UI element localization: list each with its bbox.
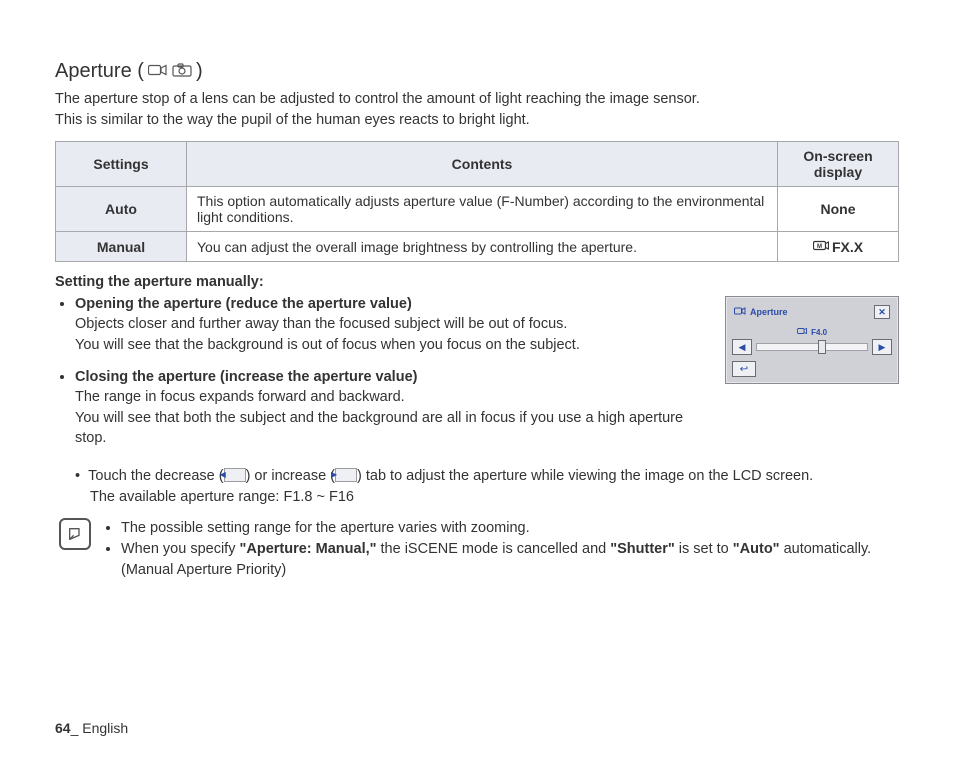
osd-panel: Aperture ✕ F4.0 ◀ ▶ ↩	[725, 296, 899, 384]
decrease-button[interactable]: ◀	[732, 339, 752, 355]
increase-button[interactable]: ▶	[872, 339, 892, 355]
slider-track[interactable]	[756, 343, 868, 351]
section-title: Aperture ( )	[55, 60, 899, 83]
intro-line-1: The aperture stop of a lens can be adjus…	[55, 91, 700, 107]
row-contents: You can adjust the overall image brightn…	[187, 232, 778, 262]
list-item: Opening the aperture (reduce the apertur…	[75, 294, 707, 355]
bullet-title: Opening the aperture (reduce the apertur…	[75, 296, 412, 312]
osd-title-text: Aperture	[750, 307, 788, 317]
row-setting: Manual	[56, 232, 187, 262]
th-contents: Contents	[187, 142, 778, 187]
close-icon[interactable]: ✕	[874, 305, 890, 319]
list-item: When you specify "Aperture: Manual," the…	[121, 539, 899, 581]
svg-text:M: M	[817, 244, 822, 250]
list-item: Closing the aperture (increase the apert…	[75, 367, 707, 448]
manual-mode-icon	[797, 328, 809, 337]
increase-tab-icon: ▶	[335, 468, 357, 482]
row-display: M FX.X	[778, 232, 899, 262]
bullet-list: Opening the aperture (reduce the apertur…	[55, 294, 707, 460]
note-text: The possible setting range for the apert…	[121, 520, 530, 536]
table-row: Auto This option automatically adjusts a…	[56, 187, 899, 232]
manual-mode-icon: M	[813, 238, 829, 255]
bullet-body: Objects closer and further away than the…	[75, 316, 580, 352]
th-display: On-screen display	[778, 142, 899, 187]
row-display: None	[778, 187, 899, 232]
row-contents: This option automatically adjusts apertu…	[187, 187, 778, 232]
intro-text: The aperture stop of a lens can be adjus…	[55, 89, 899, 131]
camcorder-icon	[148, 60, 168, 83]
note-bold: "Shutter"	[610, 541, 675, 557]
touch-instruction: • Touch the decrease (◀) or increase (▶)…	[75, 466, 899, 508]
touch-range: The available aperture range: F1.8 ~ F16	[90, 489, 354, 505]
touch-mid: ) or increase (	[246, 468, 335, 484]
note-list: The possible setting range for the apert…	[103, 518, 899, 581]
table-row: Manual You can adjust the overall image …	[56, 232, 899, 262]
touch-pre: Touch the decrease (	[88, 468, 223, 484]
bullet-body: The range in focus expands forward and b…	[75, 389, 683, 446]
note-block: The possible setting range for the apert…	[59, 518, 899, 581]
note-text: When you specify	[121, 541, 239, 557]
osd-readout-value: F4.0	[811, 328, 827, 337]
settings-table: Settings Contents On-screen display Auto…	[55, 141, 899, 262]
note-icon	[59, 518, 91, 550]
camcorder-icon	[734, 306, 746, 318]
slider-thumb[interactable]	[818, 340, 826, 354]
row-setting: Auto	[56, 187, 187, 232]
return-button[interactable]: ↩	[732, 361, 756, 377]
page-footer: 64_ English	[55, 720, 128, 736]
note-bold: "Aperture: Manual,"	[239, 541, 376, 557]
title-text: Aperture (	[55, 60, 144, 83]
decrease-tab-icon: ◀	[224, 468, 246, 482]
page-number: 64	[55, 720, 71, 736]
touch-post: ) tab to adjust the aperture while viewi…	[357, 468, 813, 484]
list-item: The possible setting range for the apert…	[121, 518, 899, 539]
row-display-text: FX.X	[832, 239, 863, 255]
th-settings: Settings	[56, 142, 187, 187]
camera-icon	[172, 60, 192, 83]
footer-sep: _	[71, 720, 83, 736]
title-end: )	[196, 60, 203, 83]
manual-heading: Setting the aperture manually:	[55, 274, 899, 290]
note-text: is set to	[675, 541, 733, 557]
note-text: the iSCENE mode is cancelled and	[377, 541, 611, 557]
osd-readout: F4.0	[732, 327, 892, 337]
note-bold: "Auto"	[733, 541, 780, 557]
bullet-title: Closing the aperture (increase the apert…	[75, 369, 417, 385]
footer-lang: English	[82, 720, 128, 736]
intro-line-2: This is similar to the way the pupil of …	[55, 112, 530, 128]
